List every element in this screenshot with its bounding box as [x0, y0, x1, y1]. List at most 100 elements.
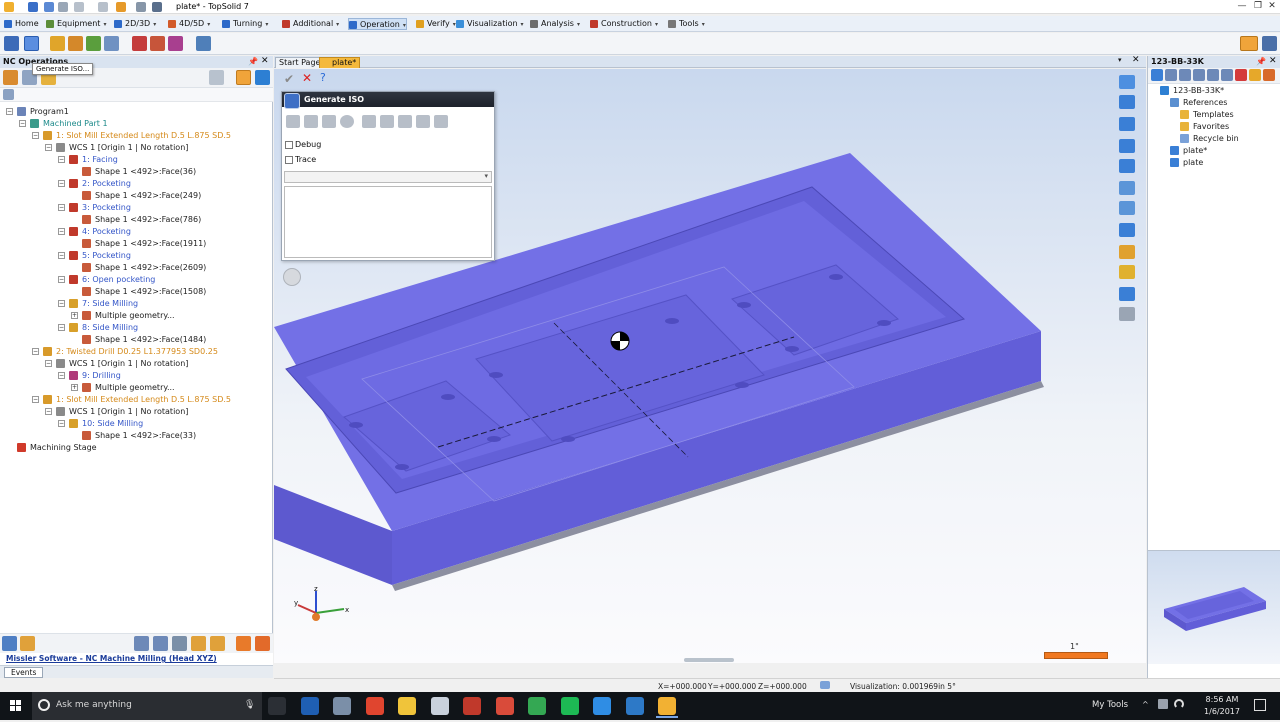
- collapse-toggle-icon[interactable]: −: [32, 348, 39, 355]
- notepad-app-icon[interactable]: [333, 697, 351, 715]
- collapse-toggle-icon[interactable]: −: [58, 372, 65, 379]
- camtasia-icon[interactable]: [528, 697, 546, 715]
- chevron-down-icon[interactable]: ▾: [153, 19, 156, 31]
- section-icon[interactable]: [1119, 287, 1135, 301]
- settings-icon[interactable]: [255, 636, 270, 651]
- collapse-toggle-icon[interactable]: −: [58, 324, 65, 331]
- simulation-icon[interactable]: [196, 36, 211, 51]
- new-operation-icon[interactable]: [3, 70, 18, 85]
- collapse-toggle-icon[interactable]: −: [32, 396, 39, 403]
- menu-tools[interactable]: Tools ▾: [668, 18, 705, 30]
- outlook-icon[interactable]: [300, 697, 319, 715]
- redo-icon[interactable]: [98, 2, 108, 12]
- iso-output-text[interactable]: [284, 186, 492, 258]
- collapse-toggle-icon[interactable]: −: [6, 108, 13, 115]
- menu-analysis[interactable]: Analysis ▾: [530, 18, 580, 30]
- save-icon[interactable]: [434, 115, 448, 128]
- fixture-icon[interactable]: [168, 36, 183, 51]
- pattern-icon[interactable]: [104, 36, 119, 51]
- rotate-icon[interactable]: [1119, 117, 1135, 131]
- details-icon[interactable]: [1193, 69, 1205, 81]
- toolpath-icon[interactable]: [191, 636, 206, 651]
- zoom-in-icon[interactable]: [1119, 75, 1135, 89]
- menu-turning[interactable]: Turning ▾: [222, 18, 268, 30]
- topsolid-options-icon[interactable]: [1240, 36, 1258, 51]
- collapse-toggle-icon[interactable]: −: [45, 144, 52, 151]
- tab-close-icon[interactable]: ✕: [1132, 55, 1140, 65]
- properties-icon[interactable]: [1263, 69, 1275, 81]
- menu-verify[interactable]: Verify ▾: [416, 18, 456, 30]
- menu-4d-5d[interactable]: 4D/5D ▾: [168, 18, 210, 30]
- tray-date[interactable]: 1/6/2017: [1196, 707, 1248, 716]
- panel-close-icon[interactable]: ✕: [1269, 56, 1277, 66]
- shading-icon[interactable]: [1119, 223, 1135, 237]
- sort-icon[interactable]: [1207, 69, 1219, 81]
- export-icon[interactable]: [416, 115, 430, 128]
- filezilla-icon[interactable]: [463, 697, 481, 715]
- columns-icon[interactable]: [3, 89, 14, 100]
- events-tab[interactable]: Events: [4, 667, 44, 678]
- file-explorer-icon[interactable]: [398, 697, 416, 715]
- chevron-down-icon[interactable]: ▾: [702, 19, 705, 31]
- collapse-toggle-icon[interactable]: −: [58, 276, 65, 283]
- text-icon[interactable]: [362, 115, 376, 128]
- battery-icon[interactable]: [1158, 699, 1168, 709]
- collapse-toggle-icon[interactable]: −: [58, 156, 65, 163]
- output-select[interactable]: ▾: [284, 171, 492, 183]
- list-icon[interactable]: [1179, 69, 1191, 81]
- my-tools-toolbar[interactable]: My Tools: [1092, 700, 1128, 710]
- start-button[interactable]: [0, 692, 32, 720]
- undo-icon[interactable]: [74, 2, 84, 12]
- help-icon[interactable]: [1262, 36, 1277, 51]
- help-icon[interactable]: ?: [320, 71, 326, 84]
- stock-icon[interactable]: [132, 36, 147, 51]
- options-gear-icon[interactable]: [283, 268, 301, 286]
- refresh-icon[interactable]: [340, 115, 354, 128]
- filter-icon[interactable]: [236, 70, 251, 85]
- tab-list-icon[interactable]: ▾: [1118, 56, 1122, 64]
- save-all-icon[interactable]: [44, 2, 54, 12]
- print-icon[interactable]: [58, 2, 68, 12]
- expand-icon[interactable]: [2, 636, 17, 651]
- chevron-down-icon[interactable]: ▾: [655, 19, 658, 31]
- collapse-toggle-icon[interactable]: −: [58, 252, 65, 259]
- pin-icon[interactable]: 📌: [1256, 57, 1266, 66]
- menu-visualization[interactable]: Visualization ▾: [456, 18, 524, 30]
- nc-document-icon[interactable]: [4, 36, 19, 51]
- tab-start-page[interactable]: Start Page: [275, 57, 325, 68]
- pan-icon[interactable]: [1119, 95, 1135, 109]
- pin-icon[interactable]: 📌: [248, 57, 258, 66]
- chevron-down-icon[interactable]: ▾: [521, 19, 524, 31]
- trace-checkbox[interactable]: [285, 156, 293, 164]
- tab-plate[interactable]: plate*: [319, 57, 361, 68]
- refresh-icon[interactable]: [209, 70, 224, 85]
- collapse-toggle-icon[interactable]: −: [45, 360, 52, 367]
- menu-home[interactable]: Home: [4, 18, 39, 30]
- move-operation-icon[interactable]: [50, 36, 65, 51]
- chevron-down-icon[interactable]: ▾: [207, 19, 210, 31]
- skype-icon[interactable]: [593, 697, 611, 715]
- help-question-icon[interactable]: [1119, 265, 1135, 279]
- home-icon[interactable]: [1151, 69, 1163, 81]
- transform-operation-icon[interactable]: [86, 36, 101, 51]
- wifi-icon[interactable]: [1174, 699, 1184, 709]
- topsolid-app-icon[interactable]: [658, 697, 676, 715]
- pdf-app-icon[interactable]: [430, 697, 449, 715]
- collapse-toggle-icon[interactable]: −: [45, 408, 52, 415]
- ok-check-icon[interactable]: ✔: [284, 72, 294, 86]
- format-icon[interactable]: [380, 115, 394, 128]
- view-direction-icon[interactable]: [1119, 139, 1135, 153]
- chevron-down-icon[interactable]: ▾: [336, 19, 339, 31]
- tray-expand-icon[interactable]: ^: [1142, 700, 1149, 709]
- copy-operation-icon[interactable]: [68, 36, 83, 51]
- collapse-toggle-icon[interactable]: −: [58, 204, 65, 211]
- sort-icon[interactable]: [153, 636, 168, 651]
- menu-2d-3d[interactable]: 2D/3D ▾: [114, 18, 156, 30]
- zoom-all-icon[interactable]: [1119, 181, 1135, 195]
- copy-icon[interactable]: [322, 115, 336, 128]
- horizontal-scrollbar[interactable]: [684, 658, 734, 662]
- menu-construction[interactable]: Construction ▾: [590, 18, 658, 30]
- maximize-button[interactable]: ❐: [1252, 0, 1264, 14]
- tray-time[interactable]: 8:56 AM: [1196, 695, 1248, 704]
- chevron-down-icon[interactable]: ▾: [403, 20, 406, 32]
